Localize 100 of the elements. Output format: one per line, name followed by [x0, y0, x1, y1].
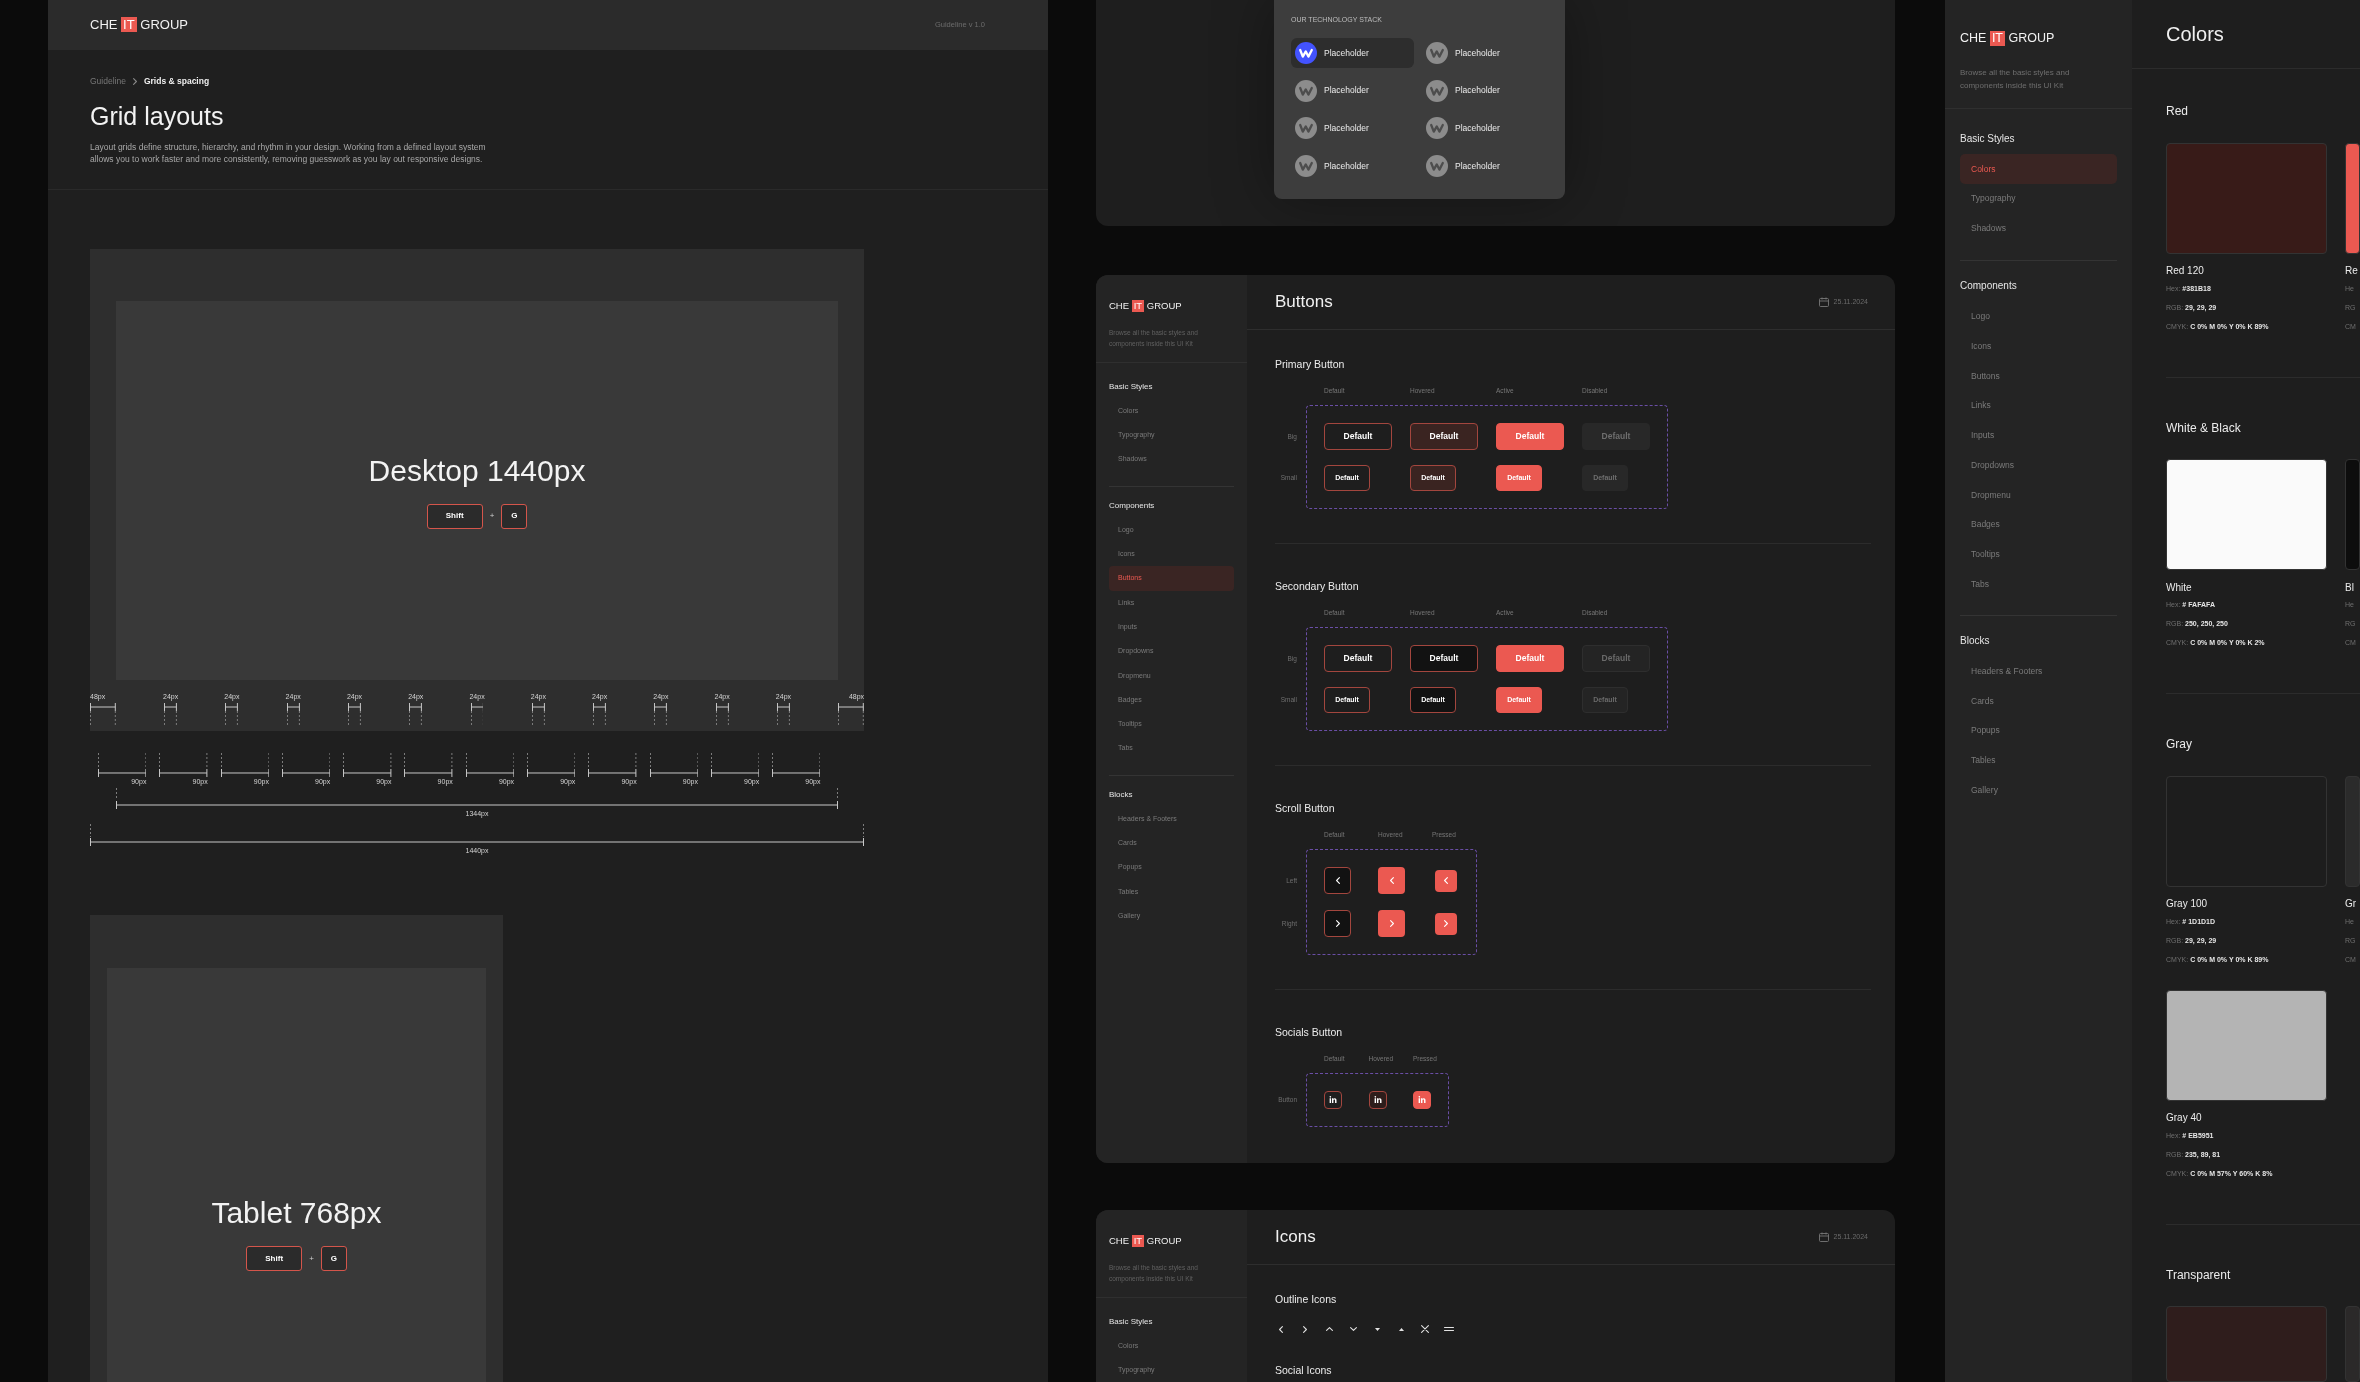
scroll-button[interactable]	[1434, 912, 1457, 935]
nav-item[interactable]: Logo	[1960, 301, 2117, 332]
logo-icon	[1295, 155, 1317, 178]
color-name: Bl	[2345, 580, 2355, 594]
chevron-right-icon	[1335, 920, 1340, 927]
dimension-line	[715, 703, 729, 726]
nav-item[interactable]: Dropmenu	[1960, 480, 2117, 510]
section-title: Scroll Button	[1275, 801, 1336, 815]
logo-icon	[1295, 42, 1317, 64]
sample-button[interactable]: Default	[1496, 645, 1564, 672]
social-button[interactable]	[1324, 1091, 1342, 1109]
caret-up-icon	[1398, 1327, 1404, 1331]
chevron-right-icon	[1443, 920, 1448, 927]
dimension-line	[286, 703, 300, 726]
brand-logo: CHE IT GROUP	[1109, 300, 1183, 312]
chevron-right-icon	[132, 77, 137, 85]
section-title: Outline Icons	[1275, 1292, 1338, 1306]
nav-item[interactable]: Tables	[1960, 745, 2117, 776]
tech-item[interactable]: Placeholder	[1291, 75, 1414, 106]
dimension-line	[531, 703, 545, 726]
sample-button[interactable]: Default	[1496, 423, 1564, 450]
nav-item[interactable]: Dropdowns	[1960, 450, 2117, 481]
page-title: Colors	[2166, 22, 2224, 46]
tech-item[interactable]: Placeholder	[1422, 75, 1545, 106]
chevron-left-icon	[1443, 877, 1448, 884]
dimension-line	[90, 703, 116, 726]
nav-group-title: Basic Styles	[1960, 133, 2016, 145]
color-group-title: Red	[2166, 104, 2189, 119]
page-title: Buttons	[1275, 292, 1333, 312]
section-title: Social Icons	[1275, 1363, 1333, 1377]
nav-item[interactable]: Tooltips	[1960, 539, 2117, 570]
breadcrumb-item[interactable]: Grids & spacing	[143, 75, 210, 87]
nav-group-title: Blocks	[1109, 789, 1134, 800]
sample-button[interactable]: Default	[1582, 645, 1650, 672]
chevron-up-icon	[1325, 1327, 1333, 1331]
linkedin-icon	[1418, 1096, 1426, 1104]
tech-item[interactable]: Placeholder	[1291, 113, 1414, 144]
sample-button[interactable]: Default	[1410, 645, 1478, 672]
nav-group-title: Basic Styles	[1109, 1317, 1154, 1327]
chevron-left-icon	[1335, 877, 1340, 884]
chevron-left-icon	[1279, 1325, 1283, 1333]
key-cap: Shift	[246, 1246, 303, 1271]
linkedin-icon	[1329, 1096, 1337, 1104]
nav-item[interactable]: Inputs	[1960, 420, 2117, 451]
tech-item[interactable]: Placeholder	[1291, 38, 1414, 68]
page-title: Grid layouts	[90, 101, 225, 131]
dimension-line	[343, 753, 392, 777]
sample-button[interactable]: Default	[1410, 423, 1478, 450]
nav-item[interactable]: Badges	[1960, 509, 2117, 540]
nav-item[interactable]: Popups	[1960, 715, 2117, 746]
nav-item[interactable]: Icons	[1960, 331, 2117, 361]
sample-button[interactable]: Default	[1582, 423, 1650, 450]
tech-item[interactable]: Placeholder	[1291, 151, 1414, 182]
nav-item[interactable]: Headers & Footers	[1960, 656, 2117, 687]
key-cap: Shift	[426, 503, 483, 529]
tech-item[interactable]: Placeholder	[1422, 113, 1545, 144]
logo-icon	[1426, 155, 1448, 178]
nav-item[interactable]: Typography	[1960, 183, 2117, 214]
social-button[interactable]	[1368, 1091, 1387, 1109]
dimension-line	[777, 703, 790, 726]
color-name: Gray 100	[2166, 897, 2209, 910]
color-name: Gray 40	[2166, 1111, 2203, 1124]
scroll-button[interactable]	[1434, 869, 1457, 892]
page-title: Icons	[1275, 1227, 1316, 1247]
nav-group-title: Basic Styles	[1109, 382, 1154, 392]
breadcrumb-item[interactable]: Guideline	[90, 75, 126, 87]
color-name: White	[2166, 580, 2193, 594]
chevron-right-icon	[1389, 920, 1394, 927]
logo-icon	[1295, 79, 1317, 102]
nav-group-title: Components	[1960, 280, 2018, 293]
frame-title: Tablet 768px	[211, 1195, 382, 1231]
scroll-button[interactable]	[1324, 910, 1351, 937]
chevron-right-icon	[1303, 1325, 1307, 1333]
logo-icon	[1426, 42, 1448, 64]
tech-item[interactable]: Placeholder	[1422, 151, 1545, 182]
tech-item[interactable]: Placeholder	[1422, 38, 1545, 68]
nav-item[interactable]: Tabs	[1960, 569, 2117, 600]
color-group-title: Gray	[2166, 737, 2193, 752]
scroll-button[interactable]	[1324, 867, 1351, 894]
dimension-line	[409, 703, 423, 726]
sample-button[interactable]: Default	[1324, 423, 1392, 450]
section-title: Primary Button	[1275, 357, 1346, 371]
social-button[interactable]	[1413, 1091, 1431, 1109]
dimension-line	[526, 753, 576, 777]
nav-item[interactable]: Links	[1960, 390, 2117, 421]
nav-item[interactable]: Colors	[1960, 154, 2117, 184]
dimension-line	[281, 753, 331, 777]
dimension-line	[159, 753, 208, 777]
sample-button[interactable]: Default	[1324, 645, 1392, 672]
dimension-line	[348, 703, 361, 726]
nav-group-title: Blocks	[1960, 635, 1991, 648]
calendar-icon	[1819, 1232, 1830, 1242]
dimension-line	[649, 753, 698, 777]
nav-item[interactable]: Buttons	[1960, 361, 2117, 391]
nav-item[interactable]: Shadows	[1960, 213, 2117, 244]
nav-item[interactable]: Gallery	[1960, 775, 2117, 806]
nav-item[interactable]: Cards	[1960, 686, 2117, 716]
dimension-line	[164, 703, 178, 726]
dimension-line	[404, 753, 453, 777]
chevron-left-icon	[1389, 877, 1394, 884]
